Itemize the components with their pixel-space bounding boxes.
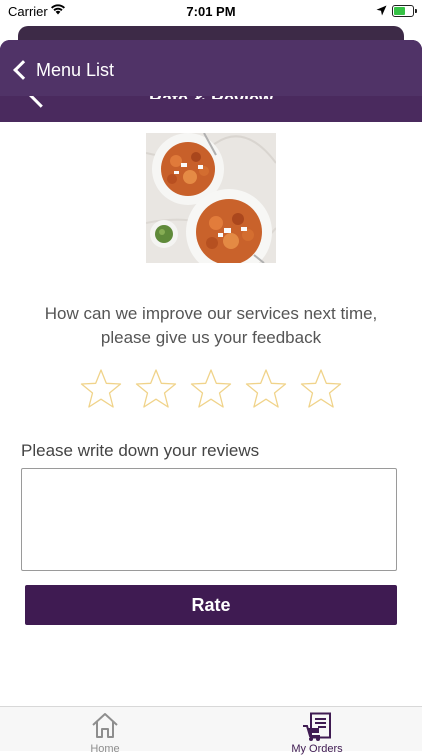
tab-bar: Home My Orders [0,706,422,755]
food-image [146,133,276,263]
star-2-icon[interactable] [135,368,177,410]
battery-icon [392,5,417,17]
tab-home[interactable]: Home [70,707,140,755]
star-3-icon[interactable] [190,368,232,410]
star-4-icon[interactable] [245,368,287,410]
back-button[interactable]: Menu List [12,56,114,84]
star-rating [80,368,342,410]
tab-my-orders[interactable]: My Orders [282,707,352,755]
back-arrow-icon[interactable] [28,95,44,111]
tab-home-label: Home [90,743,120,755]
tab-my-orders-label: My Orders [291,743,343,755]
reviews-label: Please write down your reviews [21,441,260,460]
home-icon [91,712,119,743]
feedback-prompt: How can we improve our services next tim… [44,304,378,347]
status-bar: Carrier 7:01 PM [0,0,422,24]
navigation-bar: Rate & Review Menu List [0,40,422,122]
chevron-left-icon [13,60,33,80]
orders-cart-icon [302,712,332,747]
reviews-textarea[interactable] [21,468,397,571]
back-button-label: Menu List [36,59,115,80]
star-1-icon[interactable] [80,368,122,410]
location-arrow-icon [376,4,387,19]
rate-button[interactable]: Rate [25,585,397,625]
star-5-icon[interactable] [300,368,342,410]
clock: 7:01 PM [186,4,236,19]
